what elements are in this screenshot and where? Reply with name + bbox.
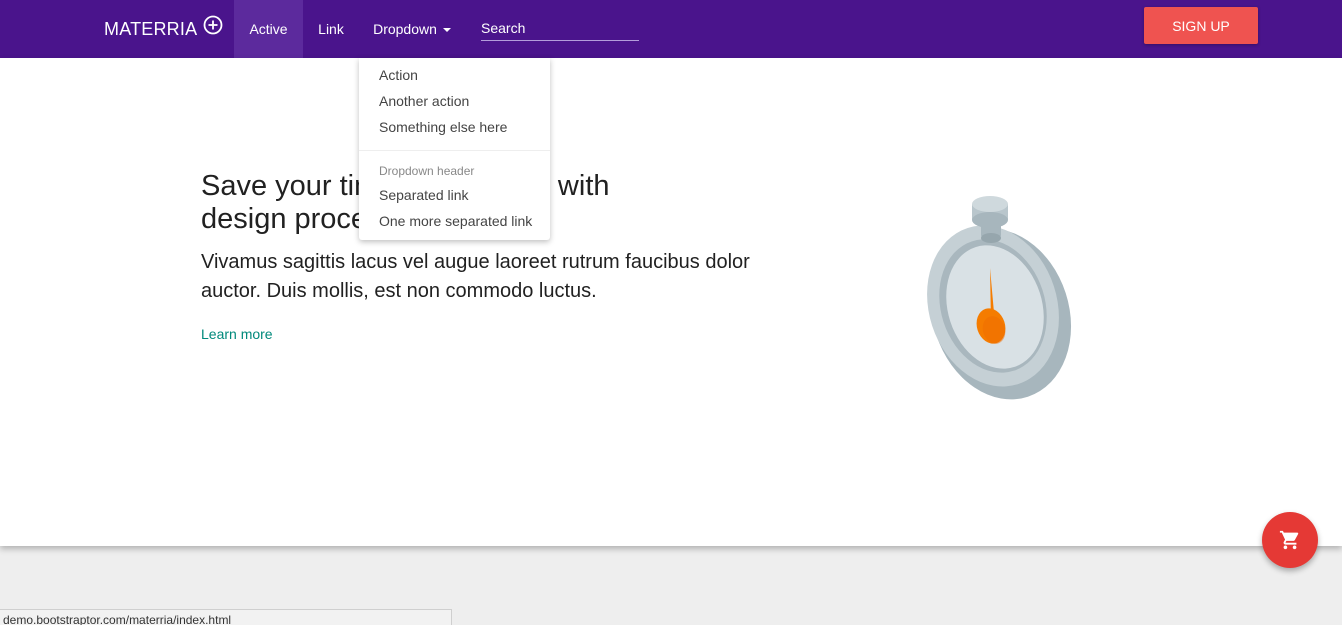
- signup-button[interactable]: SIGN UP: [1144, 7, 1258, 44]
- dropdown-item-action[interactable]: Action: [379, 67, 418, 83]
- plus-circle-icon: [203, 15, 223, 35]
- nav-item-active[interactable]: Active: [234, 0, 303, 58]
- shopping-cart-icon: [1279, 530, 1299, 550]
- dropdown-menu: Action Another action Something else her…: [359, 58, 550, 240]
- nav-item-label: Active: [249, 21, 288, 37]
- stopwatch-icon: [927, 196, 1072, 400]
- search-input[interactable]: [481, 16, 639, 41]
- dropdown-item-one-more-separated-link[interactable]: One more separated link: [379, 213, 532, 229]
- status-bar-url: demo.bootstraptor.com/materria/index.htm…: [0, 609, 452, 625]
- nav-item-dropdown[interactable]: Dropdown: [359, 0, 465, 58]
- brand[interactable]: MATERRIA: [104, 0, 223, 58]
- navbar: MATERRIA Active Link Dropdown SIGN UP: [0, 0, 1342, 58]
- dropdown-item-another-action[interactable]: Another action: [379, 93, 469, 109]
- nav-item-link[interactable]: Link: [303, 0, 359, 58]
- dropdown-item-something-else[interactable]: Something else here: [379, 119, 507, 135]
- hero-section: Save your time. It's no pain with design…: [0, 58, 1342, 546]
- dropdown-header: Dropdown header: [379, 164, 475, 178]
- dropdown-item-separated-link[interactable]: Separated link: [379, 187, 469, 203]
- nav-item-label: Link: [318, 21, 344, 37]
- learn-more-link[interactable]: Learn more: [201, 326, 273, 342]
- dropdown-divider: [359, 150, 550, 151]
- hero-lead: Vivamus sagittis lacus vel augue laoreet…: [201, 251, 750, 302]
- cart-fab-button[interactable]: [1262, 512, 1318, 568]
- caret-down-icon: [442, 28, 451, 32]
- nav-item-label: Dropdown: [373, 21, 437, 37]
- brand-label: MATERRIA: [104, 18, 198, 39]
